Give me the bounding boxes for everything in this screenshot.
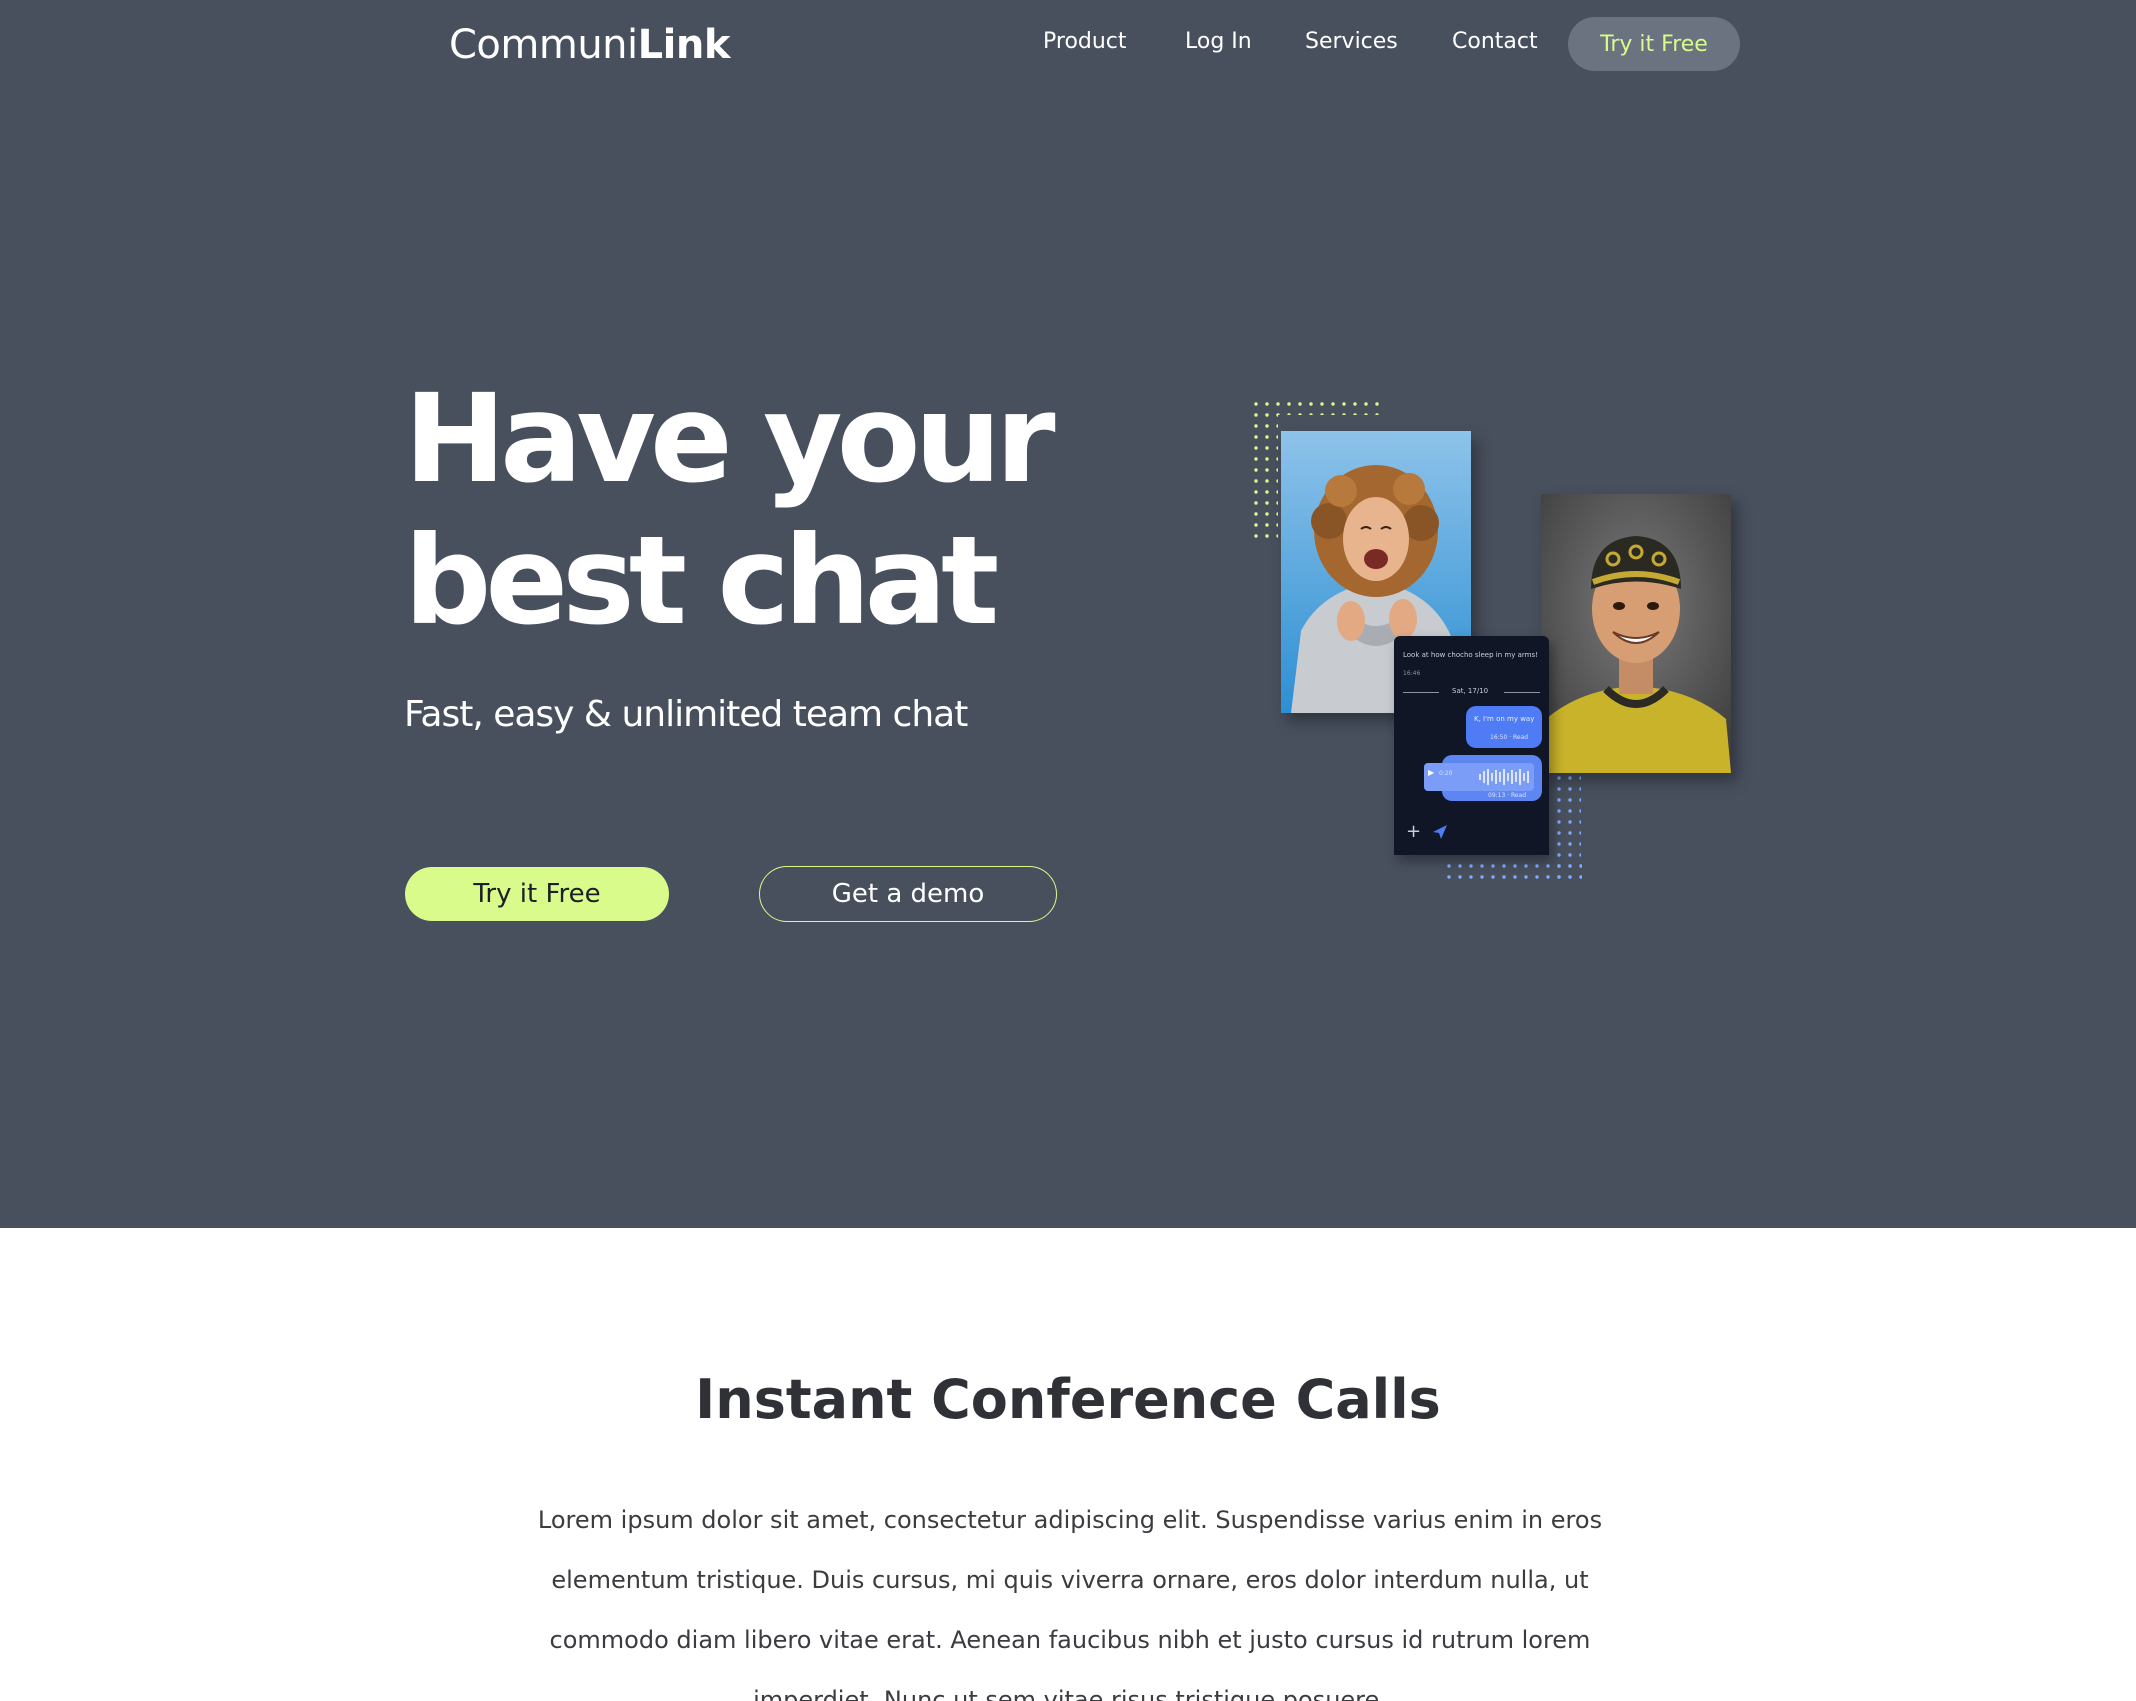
hero-headline-line1: Have your [404, 368, 1056, 510]
nav-services[interactable]: Services [1305, 29, 1398, 61]
hero-subheading: Fast, easy & unlimited team chat [404, 694, 968, 735]
date-divider-left [1403, 692, 1439, 693]
chat-reply-meta: 16:50 · Read [1490, 734, 1529, 741]
try-free-button[interactable]: Try it Free [405, 867, 669, 921]
section-title: Instant Conference Calls [695, 1368, 1441, 1431]
logo-light-text: Communi [449, 22, 638, 68]
chat-message-time: 16:46 [1403, 670, 1421, 677]
voice-duration: 0:20 [1439, 770, 1453, 777]
nav-log-in[interactable]: Log In [1185, 29, 1252, 61]
landing-page: CommuniLink Product Log In Services Cont… [0, 0, 2136, 1701]
date-divider-right [1504, 692, 1540, 693]
chat-date-divider: Sat, 17/10 [1452, 687, 1489, 695]
get-demo-button[interactable]: Get a demo [759, 866, 1057, 922]
play-icon[interactable]: ▶ [1428, 768, 1434, 777]
chat-reply-text: K, I'm on my way [1474, 715, 1535, 723]
hero-headline: Have your best chat [404, 368, 1104, 652]
section-body: Lorem ipsum dolor sit amet, consectetur … [537, 1506, 1603, 1701]
chat-reply-bubble: K, I'm on my way 16:50 · Read [1466, 706, 1542, 748]
chat-message-text: Look at how chocho sleep in my arms! [1403, 651, 1538, 659]
plus-icon[interactable]: + [1406, 823, 1421, 841]
hero-section: CommuniLink Product Log In Services Cont… [0, 0, 2136, 1228]
nav-product[interactable]: Product [1043, 29, 1127, 61]
nav-try-free-button[interactable]: Try it Free [1568, 17, 1740, 71]
logo[interactable]: CommuniLink [449, 22, 730, 68]
waveform-icon [1479, 769, 1529, 785]
hero-headline-line2: best chat [404, 510, 999, 652]
nav-contact[interactable]: Contact [1452, 29, 1538, 61]
voice-message-bubble: ▶ 0:20 09:13 · Read [1424, 755, 1542, 801]
man-photo [1541, 494, 1731, 773]
voice-meta: 09:13 · Read [1488, 792, 1527, 799]
logo-bold-text: Link [637, 22, 731, 68]
chat-mockup-card: Look at how chocho sleep in my arms! 16:… [1394, 636, 1549, 855]
send-icon[interactable] [1432, 824, 1448, 840]
